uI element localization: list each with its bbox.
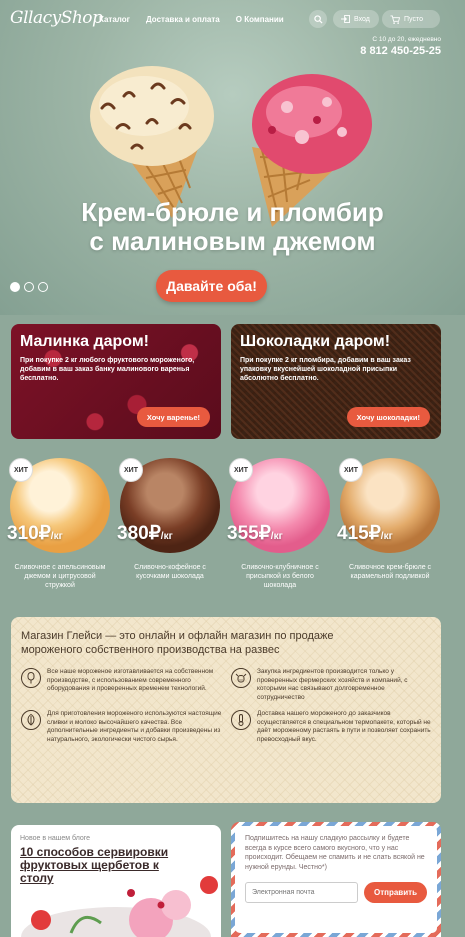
email-field[interactable] [245,882,358,903]
product-price: 380₽/кг [117,522,173,545]
feature-item: Все наше мороженое изготавливается на со… [21,668,223,702]
blog-label: Новое в нашем блоге [20,835,91,842]
newsletter-form: Отправить [245,882,427,903]
feature-item: Для приготовления мороженого используютс… [21,710,223,744]
price-unit: /кг [380,531,393,542]
price-unit: /кг [160,531,173,542]
product-name[interactable]: Сливочное с апельсиновым джемом и цитрус… [10,563,110,590]
feature-text: Закупка ингредиентов производится только… [257,668,408,701]
nav-delivery-link[interactable]: Доставка и оплата [146,15,220,24]
price-unit: /кг [50,531,63,542]
cart-label: Пусто [404,15,423,23]
hero-title-line1: Крем-брюле и пломбир [81,197,384,227]
cart-icon [390,14,400,24]
about-section: Магазин Глейси — это онлайн и офлайн маг… [11,617,441,803]
hero-title: Крем-брюле и пломбир с малиновым джемом [0,198,465,256]
logo[interactable]: GllacyShop [10,8,103,28]
newsletter-text: Подпишитесь на нашу сладкую рассылку и б… [245,835,425,871]
hit-badge: ХИТ [229,458,253,482]
product-name[interactable]: Сливочно-кофейное с кусочками шоколада [120,563,220,581]
slider-dots [10,282,48,292]
promo-title: Шоколадки даром! [240,333,391,350]
nav-catalog-link[interactable]: Каталог [99,15,130,24]
nav-about-link[interactable]: О Компании [236,15,284,24]
feature-text: Все наше мороженое изготавливается на со… [47,668,214,692]
features-grid: Все наше мороженое изготавливается на со… [21,668,433,744]
feature-item: Доставка нашего мороженого до заказчиков… [231,710,433,744]
price-value: 310₽ [7,523,51,544]
product-price: 310₽/кг [7,522,63,545]
price-unit: /кг [270,531,283,542]
product-card[interactable]: ХИТ 415₽/кг Сливочное крем-брюле с карам… [337,458,440,581]
want-chocolate-button[interactable]: Хочу шоколадки! [346,407,430,427]
search-icon [313,14,323,24]
cart-button[interactable]: Пусто [382,10,440,28]
price-value: 380₽ [117,523,161,544]
login-label: Вход [354,15,370,23]
login-icon [341,15,350,23]
login-button[interactable]: Вход [333,10,379,28]
slider-dot-1[interactable] [10,282,20,292]
feature-text: Доставка нашего мороженого до заказчиков… [257,710,431,743]
promo-text: При покупке 2 кг любого фруктового морож… [20,357,195,382]
leaf-icon [21,710,41,730]
product-price: 355₽/кг [227,522,283,545]
thermometer-icon [231,710,251,730]
hero-banner: GllacyShop Каталог Доставка и оплата О К… [0,0,465,315]
cow-icon [231,668,251,688]
product-card[interactable]: ХИТ 380₽/кг Сливочно-кофейное с кусочкам… [117,458,220,581]
search-button[interactable] [309,10,327,28]
want-jam-button[interactable]: Хочу варенье! [136,407,210,427]
product-price: 415₽/кг [337,522,393,545]
promo-text: При покупке 2 кг пломбира, добавим в ваш… [240,357,411,382]
product-name[interactable]: Сливочно-клубничное с присыпкой из белог… [230,563,330,590]
blog-card: Новое в нашем блоге 10 способов сервиров… [11,825,221,937]
working-hours: С 10 до 20, ежедневно [372,36,441,43]
phone-number[interactable]: 8 812 450-25-25 [360,45,441,57]
hit-badge: ХИТ [9,458,33,482]
newsletter-content: Подпишитесь на нашу сладкую рассылку и б… [235,826,437,933]
main-nav: Каталог Доставка и оплата О Компании [99,15,284,24]
price-value: 415₽ [337,523,381,544]
hit-badge: ХИТ [119,458,143,482]
hero-cta-button[interactable]: Давайте оба! [156,270,267,302]
promo-card-chocolate: Шоколадки даром! При покупке 2 кг пломби… [231,324,441,439]
hero-title-line2: с малиновым джемом [89,226,376,256]
about-title: Магазин Глейси — это онлайн и офлайн маг… [21,630,334,656]
product-name[interactable]: Сливочное крем-брюле с карамельной подли… [340,563,440,581]
feature-item: Закупка ингредиентов производится только… [231,668,433,702]
popsicle-icon [21,668,41,688]
promo-card-raspberry: Малинка даром! При покупке 2 кг любого ф… [11,324,221,439]
slider-dot-2[interactable] [24,282,34,292]
product-card[interactable]: ХИТ 355₽/кг Сливочно-клубничное с присып… [227,458,330,590]
sherbet-image [21,876,218,937]
slider-dot-3[interactable] [38,282,48,292]
hit-badge: ХИТ [339,458,363,482]
promo-title: Малинка даром! [20,333,149,350]
feature-text: Для приготовления мороженого используютс… [47,710,222,743]
subscribe-button[interactable]: Отправить [364,882,427,903]
newsletter-card: Подпишитесь на нашу сладкую рассылку и б… [231,822,441,937]
product-card[interactable]: ХИТ 310₽/кг Сливочное с апельсиновым дже… [7,458,110,590]
price-value: 355₽ [227,523,271,544]
